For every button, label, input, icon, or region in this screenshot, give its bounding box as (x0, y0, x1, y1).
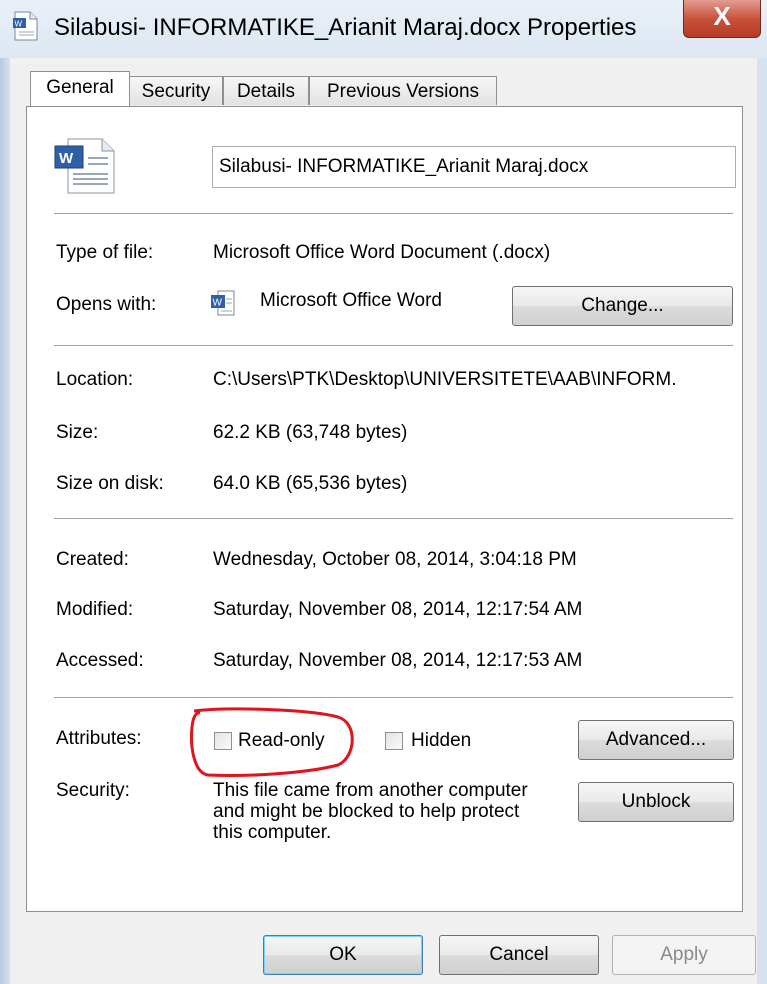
modified-value: Saturday, November 08, 2014, 12:17:54 AM (213, 599, 583, 620)
modified-label: Modified: (56, 599, 134, 620)
location-value: C:\Users\PTK\Desktop\UNIVERSITETE\AAB\IN… (213, 369, 677, 390)
opens-with-value: Microsoft Office Word (260, 290, 442, 311)
security-message-line: this computer. (213, 822, 332, 843)
close-button[interactable]: X (683, 0, 761, 38)
word-app-icon: W (211, 290, 235, 316)
size-on-disk-label: Size on disk: (56, 473, 164, 494)
change-button[interactable]: Change... (512, 286, 733, 326)
title-bar: W Silabusi- INFORMATIKE_Arianit Maraj.do… (0, 0, 767, 58)
size-value: 62.2 KB (63,748 bytes) (213, 422, 408, 443)
opens-with-label: Opens with: (56, 294, 157, 315)
size-on-disk-value: 64.0 KB (65,536 bytes) (213, 473, 408, 494)
svg-text:W: W (15, 20, 23, 29)
separator (54, 345, 733, 346)
type-of-file-label: Type of file: (56, 242, 154, 263)
advanced-button[interactable]: Advanced... (578, 720, 734, 760)
accessed-value: Saturday, November 08, 2014, 12:17:53 AM (213, 650, 583, 671)
window-frame-right (757, 58, 767, 984)
tab-general[interactable]: General (30, 71, 130, 106)
security-message: This file came from another computer and… (213, 780, 528, 843)
security-message-line: and might be blocked to help protect (213, 801, 520, 822)
cancel-button[interactable]: Cancel (439, 935, 599, 975)
unblock-button[interactable]: Unblock (578, 782, 734, 822)
security-message-line: This file came from another computer (213, 780, 528, 801)
attributes-label: Attributes: (56, 728, 142, 749)
filename-input[interactable]: Silabusi- INFORMATIKE_Arianit Maraj.docx (212, 146, 736, 188)
tab-details[interactable]: Details (223, 76, 309, 105)
separator (54, 213, 733, 214)
apply-button[interactable]: Apply (612, 935, 756, 975)
created-value: Wednesday, October 08, 2014, 3:04:18 PM (213, 549, 577, 570)
ok-button[interactable]: OK (263, 935, 423, 975)
security-label: Security: (56, 780, 130, 801)
type-of-file-value: Microsoft Office Word Document (.docx) (213, 242, 551, 263)
hidden-label[interactable]: Hidden (411, 730, 471, 752)
created-label: Created: (56, 549, 129, 570)
tab-previous-versions[interactable]: Previous Versions (309, 76, 497, 105)
read-only-highlight-annotation (190, 707, 354, 778)
location-label: Location: (56, 369, 134, 390)
size-label: Size: (56, 422, 99, 443)
tab-security[interactable]: Security (129, 76, 223, 105)
separator (54, 697, 733, 698)
word-document-icon: W (13, 11, 38, 41)
file-type-icon: W (54, 138, 115, 194)
accessed-label: Accessed: (56, 650, 144, 671)
window-frame-left (0, 58, 10, 984)
hidden-checkbox[interactable] (385, 732, 403, 750)
separator (54, 518, 733, 519)
svg-text:W: W (59, 150, 74, 167)
window-title: Silabusi- INFORMATIKE_Arianit Maraj.docx… (54, 14, 637, 41)
svg-text:W: W (213, 298, 223, 309)
